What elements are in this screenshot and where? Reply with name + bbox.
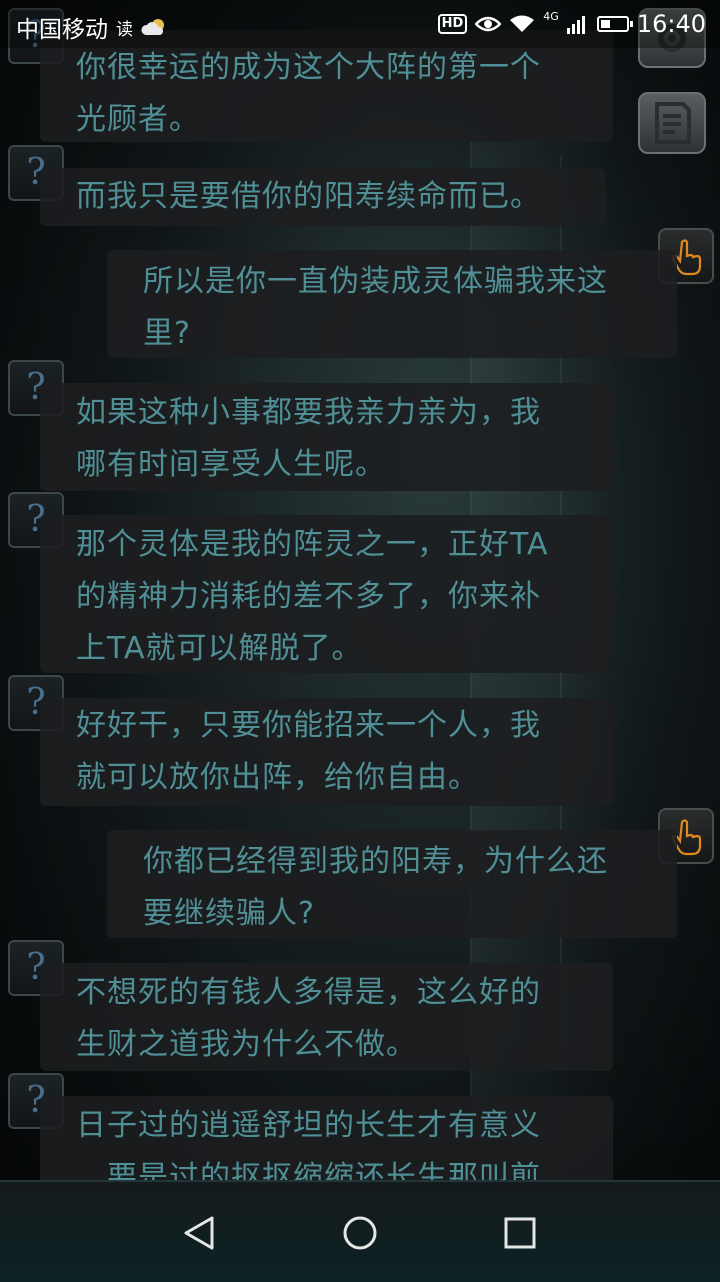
message-bubble: 那个灵体是我的阵灵之一，正好TA 的精神力消耗的差不多了，你来补 上TA就可以解… [40,515,613,673]
notes-button[interactable] [638,92,706,154]
navigation-bar [0,1180,720,1282]
carrier-name: 中国移动 [16,17,108,43]
signal-icon [566,16,585,34]
reader-indicator: 读 [116,19,133,40]
notes-icon [655,102,691,144]
message-bubble: 不想死的有钱人多得是，这么好的 生财之道我为什么不做。 [40,963,613,1071]
message-line: 所以是你一直伪装成灵体骗我来这 [143,264,608,299]
wifi-icon [510,15,535,32]
home-circle-icon [343,1216,377,1250]
message-line: 那个灵体是我的阵灵之一，正好TA [76,527,549,562]
message-line: 你很幸运的成为这个大阵的第一个 [76,50,541,85]
clock: 16:40 [636,10,706,38]
message-line: 就可以放你出阵，给你自由。 [76,760,479,795]
message-line: 要继续骗人? [143,896,315,931]
nav-recent-apps-button[interactable] [490,1208,550,1258]
weather-cloud-icon [141,19,164,35]
hd-voice-badge: HD [437,14,468,34]
message-line: 生财之道我为什么不做。 [76,1027,417,1062]
message-line: 上TA就可以解脱了。 [76,631,363,666]
message-line: 光顾者。 [76,102,200,137]
network-type: 4G [543,9,559,23]
message-line: 而我只是要借你的阳寿续命而已。 [76,179,541,214]
message-bubble-player: 你都已经得到我的阳寿，为什么还 要继续骗人? [107,830,677,938]
nav-back-button[interactable] [170,1208,230,1258]
nav-home-button[interactable] [330,1208,390,1258]
chat-log[interactable]: ? 你很幸运的成为这个大阵的第一个 光顾者。 ? 而我只是要借你的阳寿续命而已。… [0,0,720,1180]
message-line: 哪有时间享受人生呢。 [76,447,386,482]
status-bar: 中国移动 读 HD 4G 16:40 [0,0,720,48]
message-line: 的精神力消耗的差不多了，你来补 [76,579,541,614]
message-bubble: 日子过的逍遥舒坦的长生才有意义 ，要是过的抠抠缩缩还长生那叫煎 [40,1096,613,1180]
message-bubble: 而我只是要借你的阳寿续命而已。 [40,168,605,226]
message-line: 你都已经得到我的阳寿，为什么还 [143,844,608,879]
recent-square-icon [504,1217,536,1249]
message-bubble-player: 所以是你一直伪装成灵体骗我来这 里? [107,250,677,358]
message-line: 好好干，只要你能招来一个人，我 [76,708,541,743]
message-line: ，要是过的抠抠缩缩还长生那叫煎 [76,1160,541,1180]
message-bubble: 好好干，只要你能招来一个人，我 就可以放你出阵，给你自由。 [40,698,613,806]
message-line: 不想死的有钱人多得是，这么好的 [76,975,541,1010]
battery-icon [596,16,633,32]
message-line: 里? [143,316,191,351]
back-triangle-icon [184,1216,214,1250]
message-line: 日子过的逍遥舒坦的长生才有意义 [76,1108,541,1143]
message-line: 如果这种小事都要我亲力亲为，我 [76,395,541,430]
message-bubble: 如果这种小事都要我亲力亲为，我 哪有时间享受人生呢。 [40,383,613,491]
eye-comfort-icon [475,16,502,32]
